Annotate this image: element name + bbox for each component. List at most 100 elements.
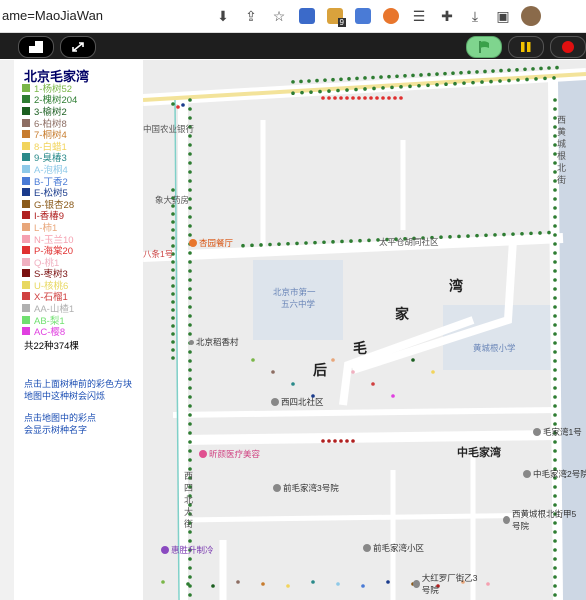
tree-dot[interactable] <box>345 439 349 443</box>
tree-dot[interactable] <box>451 71 455 76</box>
tree-dot[interactable] <box>553 197 557 201</box>
tree-dot[interactable] <box>171 228 175 232</box>
tree-dot[interactable] <box>188 170 192 174</box>
tree-dot[interactable] <box>417 84 421 88</box>
legend-color-swatch[interactable] <box>22 106 30 115</box>
tree-dot[interactable] <box>188 449 192 453</box>
tree-dot[interactable] <box>323 78 327 82</box>
tree-dot[interactable] <box>351 439 355 443</box>
legend-color-swatch[interactable] <box>22 176 30 185</box>
tree-dot[interactable] <box>525 77 529 82</box>
tree-dot[interactable] <box>411 73 415 78</box>
tree-dot[interactable] <box>188 278 192 282</box>
tree-dot[interactable] <box>516 78 520 82</box>
tree-dot[interactable] <box>286 584 290 588</box>
tree-dot[interactable] <box>553 458 557 462</box>
tree-dot[interactable] <box>340 239 344 244</box>
tree-dot[interactable] <box>553 449 557 453</box>
legend-color-swatch[interactable] <box>22 130 30 139</box>
bookmark-star-icon[interactable]: ☆ <box>268 5 290 27</box>
tree-dot[interactable] <box>336 582 340 586</box>
tree-dot[interactable] <box>176 105 180 109</box>
tree-dot[interactable] <box>211 584 215 588</box>
tree-dot[interactable] <box>171 220 175 224</box>
tree-dot[interactable] <box>354 87 358 92</box>
tree-dot[interactable] <box>553 323 557 327</box>
poi-daoxiang[interactable]: 北京稻香村 <box>189 336 239 348</box>
legend-color-swatch[interactable] <box>22 83 30 92</box>
badge-extension-icon[interactable]: 9 <box>324 5 346 27</box>
tree-dot[interactable] <box>515 67 519 72</box>
tree-dot[interactable] <box>295 241 299 246</box>
tree-dot[interactable] <box>475 70 479 74</box>
legend-color-swatch[interactable] <box>22 257 30 266</box>
tree-dot[interactable] <box>523 67 527 72</box>
tree-dot[interactable] <box>553 296 557 300</box>
poi-xisi[interactable]: 西四北社区 <box>271 396 324 408</box>
tree-dot[interactable] <box>457 234 461 239</box>
tree-dot[interactable] <box>431 370 435 374</box>
tree-dot[interactable] <box>181 103 185 107</box>
tree-dot[interactable] <box>444 82 448 87</box>
tree-dot[interactable] <box>355 76 359 81</box>
tree-dot[interactable] <box>466 234 470 238</box>
tree-dot[interactable] <box>188 269 192 273</box>
tree-dot[interactable] <box>411 358 415 362</box>
tree-dot[interactable] <box>399 85 403 89</box>
tree-dot[interactable] <box>188 296 192 300</box>
tree-dot[interactable] <box>553 413 557 417</box>
tree-dot[interactable] <box>188 440 192 444</box>
tree-dot[interactable] <box>188 152 192 156</box>
legend-color-swatch[interactable] <box>22 211 30 220</box>
tree-dot[interactable] <box>553 242 557 246</box>
tree-dot[interactable] <box>188 413 192 417</box>
tree-dot[interactable] <box>188 314 192 318</box>
tree-dot[interactable] <box>553 233 557 237</box>
tree-dot[interactable] <box>553 98 557 102</box>
poi-maojiawan1[interactable]: 毛家湾1号 <box>533 426 582 438</box>
tree-dot[interactable] <box>188 305 192 309</box>
tree-dot[interactable] <box>188 557 192 561</box>
tree-dot[interactable] <box>188 206 192 210</box>
tree-dot[interactable] <box>553 566 557 570</box>
tree-dot[interactable] <box>304 241 308 245</box>
legend-color-swatch[interactable] <box>22 315 30 324</box>
tree-dot[interactable] <box>188 539 192 543</box>
tree-dot[interactable] <box>475 233 479 238</box>
tree-dot[interactable] <box>369 96 373 100</box>
tree-dot[interactable] <box>277 242 281 246</box>
tree-dot[interactable] <box>419 73 423 77</box>
tree-dot[interactable] <box>553 368 557 372</box>
tree-dot[interactable] <box>553 557 557 561</box>
legend-color-swatch[interactable] <box>22 280 30 289</box>
tree-dot[interactable] <box>188 593 192 597</box>
tree-dot[interactable] <box>375 96 379 100</box>
tree-dot[interactable] <box>327 96 331 100</box>
stop-button[interactable] <box>550 36 586 58</box>
tree-dot[interactable] <box>357 96 361 100</box>
tree-dot[interactable] <box>171 308 175 312</box>
tree-dot[interactable] <box>507 78 511 83</box>
tree-dot[interactable] <box>188 287 192 291</box>
tree-dot[interactable] <box>188 107 192 111</box>
tree-dot[interactable] <box>351 370 355 374</box>
tree-dot[interactable] <box>484 233 488 238</box>
tree-dot[interactable] <box>553 440 557 444</box>
tree-dot[interactable] <box>336 88 340 93</box>
tree-dot[interactable] <box>531 67 535 71</box>
tree-dot[interactable] <box>387 74 391 79</box>
avatar[interactable] <box>520 5 542 27</box>
tree-dot[interactable] <box>553 287 557 291</box>
tree-dot[interactable] <box>171 348 175 352</box>
tree-dot[interactable] <box>386 580 390 584</box>
poi-dahongluo[interactable]: 大红罗厂街乙3号院 <box>413 572 483 596</box>
tree-dot[interactable] <box>311 580 315 584</box>
tree-dot[interactable] <box>553 341 557 345</box>
tree-dot[interactable] <box>291 80 295 84</box>
tree-dot[interactable] <box>471 80 475 85</box>
tree-dot[interactable] <box>553 593 557 597</box>
tree-dot[interactable] <box>171 340 175 344</box>
legend-color-swatch[interactable] <box>22 304 30 313</box>
tree-dot[interactable] <box>553 494 557 498</box>
tree-dot[interactable] <box>331 240 335 244</box>
